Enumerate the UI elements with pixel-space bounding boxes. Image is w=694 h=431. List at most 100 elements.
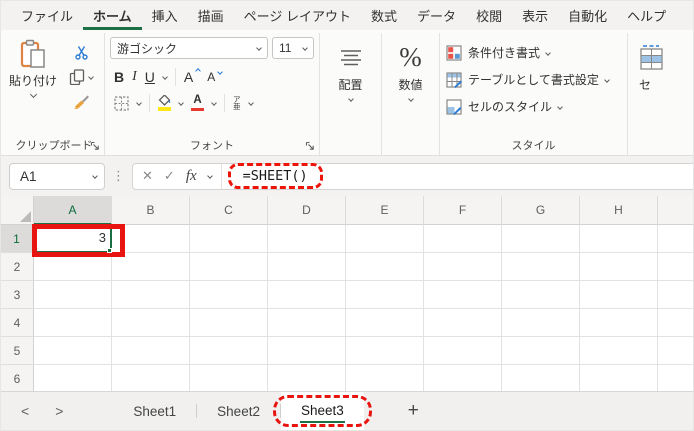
cell-C1[interactable]	[190, 225, 268, 253]
cell-H6[interactable]	[580, 365, 658, 391]
column-header-a[interactable]: A	[34, 196, 112, 225]
cell-G2[interactable]	[502, 253, 580, 281]
borders-button-icon[interactable]	[114, 95, 129, 111]
column-header-e[interactable]: E	[346, 196, 424, 225]
cell-F4[interactable]	[424, 309, 502, 337]
cell-styles-button[interactable]: セルのスタイル	[443, 93, 624, 120]
column-header-f[interactable]: F	[424, 196, 502, 225]
cell-D6[interactable]	[268, 365, 346, 391]
format-painter-button[interactable]	[73, 94, 90, 110]
cell-E6[interactable]	[346, 365, 424, 391]
chevron-down-icon[interactable]	[29, 90, 37, 99]
cell-F3[interactable]	[424, 281, 502, 309]
tab-home[interactable]: ホーム	[83, 1, 142, 30]
cell-B2[interactable]	[112, 253, 190, 281]
formula-bar-resize-handle[interactable]: ⋮	[112, 168, 125, 184]
sheet-tab-sheet3[interactable]: Sheet3	[272, 392, 372, 430]
select-all-corner[interactable]	[1, 196, 34, 225]
cut-button[interactable]	[74, 44, 89, 60]
cell-H1[interactable]	[580, 225, 658, 253]
fill-handle[interactable]	[107, 248, 112, 253]
cell-B3[interactable]	[112, 281, 190, 309]
enter-button[interactable]: ✓	[164, 168, 175, 184]
cell-C5[interactable]	[190, 337, 268, 365]
cell-H5[interactable]	[580, 337, 658, 365]
cell-E1[interactable]	[346, 225, 424, 253]
font-size-select[interactable]: 11	[272, 37, 314, 59]
fill-color-button[interactable]	[158, 95, 171, 111]
cell-A3[interactable]	[34, 281, 112, 309]
decrease-font-size-button[interactable]: A	[207, 69, 224, 84]
paste-button[interactable]: 貼り付け	[7, 36, 59, 135]
name-box[interactable]: A1	[9, 162, 105, 190]
sheet-tab-sheet1[interactable]: Sheet1	[113, 392, 196, 430]
column-header-c[interactable]: C	[190, 196, 268, 225]
cell-B5[interactable]	[112, 337, 190, 365]
cell-C6[interactable]	[190, 365, 268, 391]
cell-D4[interactable]	[268, 309, 346, 337]
tab-file[interactable]: ファイル	[11, 1, 83, 30]
cell-C3[interactable]	[190, 281, 268, 309]
increase-font-size-button[interactable]: A	[184, 68, 202, 85]
cell-D3[interactable]	[268, 281, 346, 309]
cell-C2[interactable]	[190, 253, 268, 281]
cell-G3[interactable]	[502, 281, 580, 309]
chevron-down-icon[interactable]	[136, 100, 142, 106]
cell-partial-6[interactable]	[658, 365, 693, 391]
alignment-button[interactable]: 配置	[323, 36, 378, 155]
cell-E3[interactable]	[346, 281, 424, 309]
copy-button[interactable]	[69, 69, 94, 85]
italic-button[interactable]: I	[132, 69, 137, 85]
cell-B4[interactable]	[112, 309, 190, 337]
cell-G5[interactable]	[502, 337, 580, 365]
clipboard-dialog-launcher-icon[interactable]	[90, 141, 100, 151]
cell-B1[interactable]	[112, 225, 190, 253]
phonetic-guide-button[interactable]: ア 亜	[233, 95, 241, 111]
cell-partial-4[interactable]	[658, 309, 693, 337]
tab-data[interactable]: データ	[407, 1, 466, 30]
chevron-down-icon[interactable]	[206, 173, 213, 179]
cells-button[interactable]: セ	[631, 36, 673, 155]
cell-A5[interactable]	[34, 337, 112, 365]
underline-options-chevron-icon[interactable]	[162, 74, 168, 80]
cell-A1[interactable]: 3	[32, 224, 125, 257]
tab-insert[interactable]: 挿入	[142, 1, 188, 30]
row-header-4[interactable]: 4	[1, 309, 34, 337]
column-header-g[interactable]: G	[502, 196, 580, 225]
tab-view[interactable]: 表示	[512, 1, 558, 30]
cell-H3[interactable]	[580, 281, 658, 309]
cell-E2[interactable]	[346, 253, 424, 281]
cell-F2[interactable]	[424, 253, 502, 281]
add-sheet-button[interactable]: +	[408, 392, 419, 430]
row-header-2[interactable]: 2	[1, 253, 34, 281]
tab-page-layout[interactable]: ページ レイアウト	[234, 1, 361, 30]
cell-G4[interactable]	[502, 309, 580, 337]
row-header-5[interactable]: 5	[1, 337, 34, 365]
cell-E5[interactable]	[346, 337, 424, 365]
cell-C4[interactable]	[190, 309, 268, 337]
cell-G6[interactable]	[502, 365, 580, 391]
column-header-h[interactable]: H	[580, 196, 658, 225]
cell-partial-3[interactable]	[658, 281, 693, 309]
sheet-tab-sheet2[interactable]: Sheet2	[197, 392, 280, 430]
column-header-partial[interactable]	[658, 196, 693, 225]
tab-automate[interactable]: 自動化	[558, 1, 617, 30]
cell-F6[interactable]	[424, 365, 502, 391]
cell-F5[interactable]	[424, 337, 502, 365]
cell-D1[interactable]	[268, 225, 346, 253]
format-as-table-button[interactable]: テーブルとして書式設定	[443, 66, 624, 93]
column-header-b[interactable]: B	[112, 196, 190, 225]
cell-B6[interactable]	[112, 365, 190, 391]
tab-draw[interactable]: 描画	[188, 1, 234, 30]
cell-G1[interactable]	[502, 225, 580, 253]
cell-partial-1[interactable]	[658, 225, 693, 253]
next-sheet-arrow[interactable]: >	[55, 403, 63, 419]
chevron-down-icon[interactable]	[178, 100, 184, 106]
row-header-3[interactable]: 3	[1, 281, 34, 309]
font-dialog-launcher-icon[interactable]	[305, 141, 315, 151]
column-header-d[interactable]: D	[268, 196, 346, 225]
cell-partial-5[interactable]	[658, 337, 693, 365]
cell-A2[interactable]	[34, 253, 112, 281]
tab-review[interactable]: 校閲	[466, 1, 512, 30]
chevron-down-icon[interactable]	[92, 173, 98, 179]
